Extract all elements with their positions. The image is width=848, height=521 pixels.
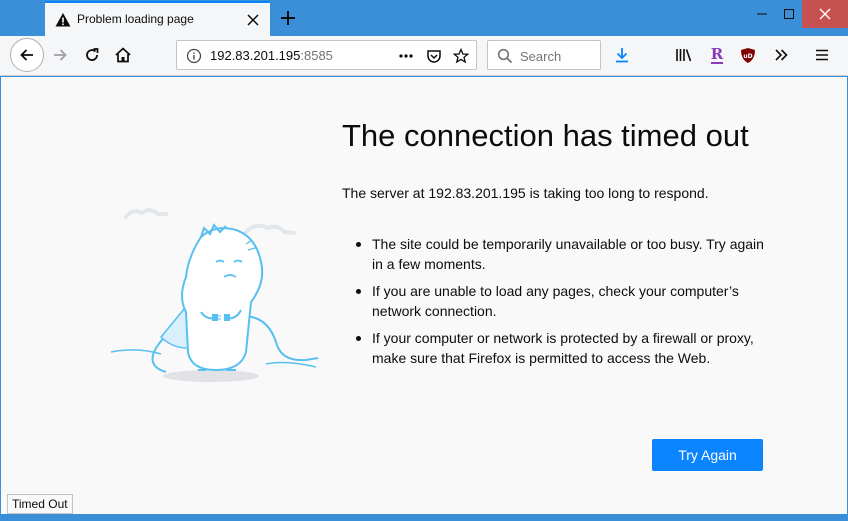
error-page: The connection has timed out The server … <box>1 77 847 514</box>
error-suggestions-list: The site could be temporarily unavailabl… <box>356 234 776 375</box>
home-icon <box>115 47 131 63</box>
dinosaur-illustration <box>110 208 319 382</box>
close-icon <box>819 8 831 20</box>
home-button[interactable] <box>108 40 138 70</box>
back-button[interactable] <box>10 38 44 72</box>
url-host: 192.83.201.195 <box>210 48 301 63</box>
hamburger-menu-icon <box>816 49 828 61</box>
info-icon[interactable] <box>186 48 202 68</box>
url-text[interactable]: 192.83.201.195:8585 <box>210 48 333 63</box>
plus-icon <box>281 11 295 25</box>
error-description: The server at 192.83.201.195 is taking t… <box>342 185 709 201</box>
maximize-icon <box>784 9 794 19</box>
r-extension-button[interactable]: R <box>702 40 732 70</box>
tab-problem-loading[interactable]: Problem loading page <box>45 1 270 36</box>
search-box[interactable] <box>487 40 601 70</box>
tab-strip: Problem loading page <box>0 0 848 36</box>
url-port: :8585 <box>300 48 333 63</box>
close-window-button[interactable] <box>802 0 848 28</box>
pocket-icon[interactable] <box>425 47 443 65</box>
forward-button[interactable] <box>45 40 75 70</box>
list-item: If your computer or network is protected… <box>356 328 776 368</box>
download-arrow-icon <box>616 48 628 63</box>
arrow-left-icon <box>20 49 33 61</box>
chevron-double-right-icon <box>775 49 788 61</box>
ublock-origin-button[interactable]: uD <box>733 40 763 70</box>
status-panel: Timed Out <box>7 494 73 514</box>
page-actions-icon[interactable] <box>397 47 415 65</box>
ublock-shield-icon: uD <box>741 47 755 63</box>
svg-text:uD: uD <box>743 53 752 60</box>
list-item: If you are unable to load any pages, che… <box>356 281 776 321</box>
overflow-button[interactable] <box>766 40 796 70</box>
url-bar[interactable]: 192.83.201.195:8585 <box>176 40 477 70</box>
library-icon <box>676 49 692 62</box>
navigation-toolbar: 192.83.201.195:8585 R u <box>0 36 848 76</box>
downloads-button[interactable] <box>607 40 637 70</box>
menu-button[interactable] <box>807 40 837 70</box>
search-input[interactable] <box>520 47 598 65</box>
tab-close-icon[interactable] <box>244 11 262 29</box>
r-extension-icon: R <box>710 44 724 64</box>
reload-button[interactable] <box>77 40 107 70</box>
reload-icon <box>86 48 99 61</box>
tab-title: Problem loading page <box>77 12 194 26</box>
new-tab-button[interactable] <box>276 6 300 30</box>
list-item: The site could be temporarily unavailabl… <box>356 234 776 274</box>
warning-icon <box>55 12 71 28</box>
error-title: The connection has timed out <box>342 118 749 153</box>
browser-window: Problem loading page 192.83.201.195:8585… <box>0 0 848 521</box>
star-icon[interactable] <box>452 47 470 65</box>
library-button[interactable] <box>669 40 699 70</box>
search-icon <box>497 48 513 68</box>
try-again-button[interactable]: Try Again <box>652 439 763 471</box>
arrow-right-icon <box>54 49 67 61</box>
